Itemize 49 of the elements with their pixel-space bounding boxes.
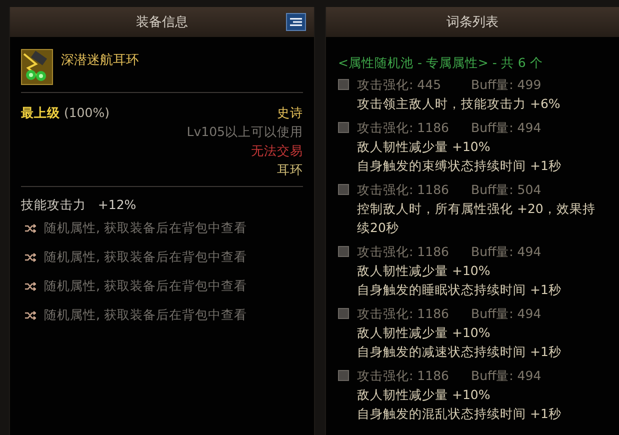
checkbox[interactable] [338,246,349,257]
item-name: 深潜迷航耳环 [61,52,139,69]
menu-icon [290,17,302,27]
checkbox[interactable] [338,370,349,381]
earring-icon [21,49,53,85]
effect-text: 攻击领主敌人时，技能攻击力 +6% [356,95,562,113]
level-requirement: Lv105以上可以使用 [186,123,303,141]
buff-value: Buff量: 499 [471,76,542,94]
buff-value: Buff量: 504 [471,181,542,199]
buff-value: Buff量: 494 [471,119,542,137]
shuffle-icon [25,311,36,320]
menu-button[interactable] [286,13,306,31]
attack-value: 攻击强化: 1186 [357,119,450,137]
effect-text: 自身触发的睡眠状态持续时间 +1秒 [356,281,562,299]
checkbox[interactable] [338,122,349,133]
random-stat-text: 随机属性, 获取装备后在背包中查看 [44,307,247,324]
random-stat-text: 随机属性, 获取装备后在背包中查看 [44,278,247,295]
shuffle-icon [25,282,36,291]
attack-value: 攻击强化: 445 [357,76,442,94]
shuffle-icon [25,224,36,233]
buff-value: Buff量: 494 [471,243,542,261]
panel-title: 装备信息 [136,14,188,31]
attack-value: 攻击强化: 1186 [357,367,450,385]
trade-status: 无法交易 [251,142,303,160]
effect-text: 自身触发的束缚状态持续时间 +1秒 [356,157,562,175]
effect-text: 敌人韧性减少量 +10% [356,324,492,342]
buff-value: Buff量: 494 [471,305,542,323]
buff-value: Buff量: 494 [471,367,542,385]
effect-text: 敌人韧性减少量 +10% [356,262,492,280]
effect-text: 敌人韧性减少量 +10% [356,386,492,404]
item-grade: 最上级 (100%) [21,104,110,122]
attack-value: 攻击强化: 1186 [357,243,450,261]
panel-title: 词条列表 [446,14,498,31]
pool-label: <属性随机池 - 专属属性> - 共 6 个 [338,54,544,72]
random-stat-text: 随机属性, 获取装备后在背包中查看 [44,220,247,237]
item-slot: 耳环 [277,160,303,179]
item-rarity: 史诗 [277,104,303,122]
random-stat-text: 随机属性, 获取装备后在背包中查看 [44,249,247,266]
effect-text: 敌人韧性减少量 +10% [356,138,492,156]
checkbox[interactable] [338,308,349,319]
checkbox[interactable] [338,79,349,90]
attack-value: 攻击强化: 1186 [357,305,450,323]
attack-value: 攻击强化: 1186 [357,181,450,199]
effect-text: 自身触发的减速状态持续时间 +1秒 [356,343,562,361]
effect-text: 控制敌人时，所有属性强化 +20，效果持续20秒 [356,200,596,237]
effect-text: 自身触发的混乱状态持续时间 +1秒 [356,405,562,423]
checkbox[interactable] [338,184,349,195]
shuffle-icon [25,253,36,262]
stat-line: 技能攻击力 +12% [21,196,138,214]
